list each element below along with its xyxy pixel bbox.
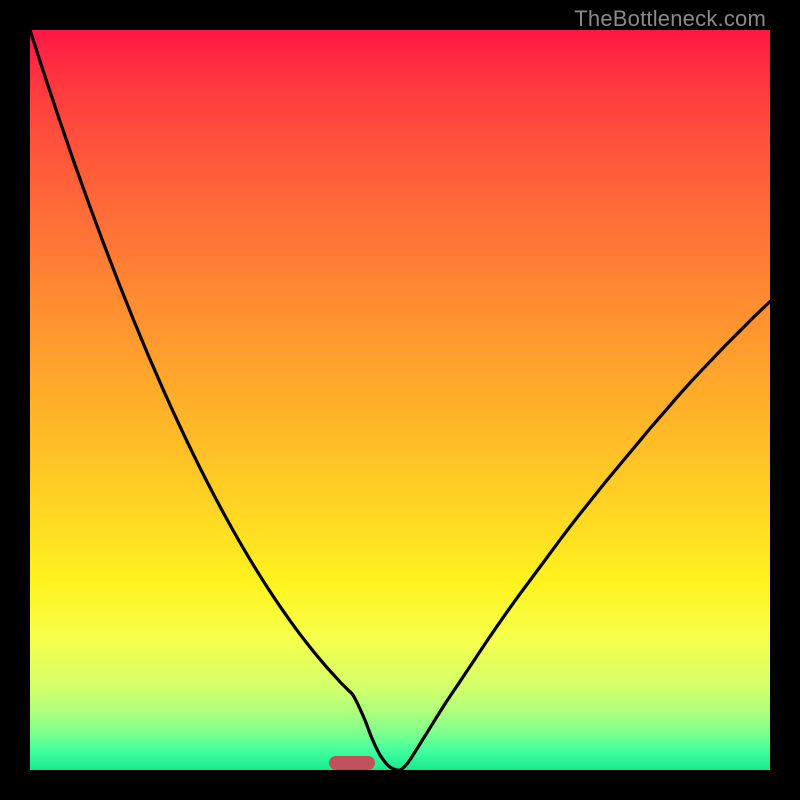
bottleneck-curve xyxy=(30,30,770,770)
optimal-range-marker xyxy=(329,756,375,770)
plot-area xyxy=(30,30,770,770)
chart-frame: TheBottleneck.com xyxy=(0,0,800,800)
watermark-text: TheBottleneck.com xyxy=(574,6,766,32)
